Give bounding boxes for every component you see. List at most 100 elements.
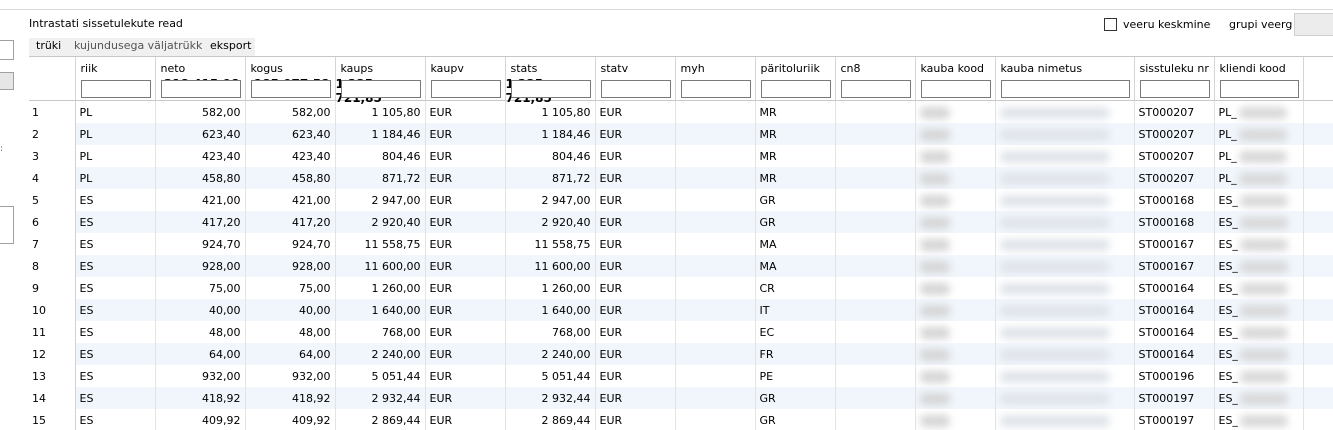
cell-paritoluriik[interactable]: IT bbox=[755, 299, 836, 321]
cell-kauba-nimetus[interactable] bbox=[995, 255, 1135, 277]
table-row[interactable]: 14 ES 418,92 418,92 2 932,44 EUR 2 932,44 EUR GR… bbox=[29, 387, 1333, 409]
cell-kliendi-kood[interactable]: ES_ bbox=[1214, 189, 1304, 211]
cell-kaupv[interactable]: EUR bbox=[425, 145, 506, 167]
cell-riik[interactable]: PL bbox=[75, 123, 156, 145]
cell-kaupv[interactable]: EUR bbox=[425, 123, 506, 145]
cell-myh[interactable] bbox=[675, 100, 756, 123]
cell-stats[interactable]: 5 051,44 bbox=[505, 365, 596, 387]
table-row[interactable]: 12 ES 64,00 64,00 2 240,00 EUR 2 240,00 EUR FR ST… bbox=[29, 343, 1333, 365]
cell-kaups[interactable]: 2 240,00 bbox=[335, 343, 426, 365]
cell-myh[interactable] bbox=[675, 365, 756, 387]
cell-sisstuleku-nr[interactable]: ST000207 bbox=[1134, 145, 1215, 167]
cell-kaups[interactable]: 11 558,75 bbox=[335, 233, 426, 255]
cell-kaups[interactable]: 2 920,40 bbox=[335, 211, 426, 233]
column-header-kaups[interactable]: kaups1 235 721,85 bbox=[335, 57, 426, 105]
cell-statv[interactable]: EUR bbox=[595, 387, 676, 409]
cell-kliendi-kood[interactable]: ES_ bbox=[1214, 409, 1304, 430]
column-header-kauba-nimetus[interactable]: kauba nimetus bbox=[995, 57, 1135, 101]
cell-kauba-nimetus[interactable] bbox=[995, 123, 1135, 145]
cell-riik[interactable]: ES bbox=[75, 321, 156, 343]
cell-cn8[interactable] bbox=[835, 387, 916, 409]
table-row[interactable]: 1 PL 582,00 582,00 1 105,80 EUR 1 105,80 EUR MR S… bbox=[29, 100, 1333, 123]
cell-riik[interactable]: PL bbox=[75, 167, 156, 189]
cell-neto[interactable]: 418,92 bbox=[155, 387, 246, 409]
filter-input-stats[interactable] bbox=[510, 80, 591, 98]
cell-neto[interactable]: 64,00 bbox=[155, 343, 246, 365]
filter-input-kaups[interactable] bbox=[340, 80, 421, 98]
cell-kaupv[interactable]: EUR bbox=[425, 299, 506, 321]
cell-cn8[interactable] bbox=[835, 277, 916, 299]
cell-statv[interactable]: EUR bbox=[595, 409, 676, 430]
cell-stats[interactable]: 1 184,46 bbox=[505, 123, 596, 145]
cell-kliendi-kood[interactable]: ES_ bbox=[1214, 211, 1304, 233]
cell-statv[interactable]: EUR bbox=[595, 100, 676, 123]
cell-kauba-nimetus[interactable] bbox=[995, 167, 1135, 189]
cell-cn8[interactable] bbox=[835, 167, 916, 189]
row-number[interactable]: 14 bbox=[29, 387, 76, 409]
cell-paritoluriik[interactable]: MR bbox=[755, 123, 836, 145]
cell-cn8[interactable] bbox=[835, 189, 916, 211]
cell-kliendi-kood[interactable]: PL_ bbox=[1214, 167, 1304, 189]
row-number[interactable]: 6 bbox=[29, 211, 76, 233]
filter-input-neto[interactable] bbox=[160, 80, 241, 98]
column-header-sisstuleku-nr[interactable]: sisstuleku nr bbox=[1134, 57, 1215, 101]
cell-neto[interactable]: 932,00 bbox=[155, 365, 246, 387]
cell-kliendi-kood[interactable]: ES_ bbox=[1214, 365, 1304, 387]
cell-sisstuleku-nr[interactable]: ST000207 bbox=[1134, 100, 1215, 123]
cell-kauba-nimetus[interactable] bbox=[995, 321, 1135, 343]
cell-myh[interactable] bbox=[675, 145, 756, 167]
filter-input-kaupv[interactable] bbox=[430, 80, 501, 98]
cell-stats[interactable]: 768,00 bbox=[505, 321, 596, 343]
cell-cn8[interactable] bbox=[835, 233, 916, 255]
cell-sisstuleku-nr[interactable]: ST000168 bbox=[1134, 211, 1215, 233]
cell-kogus[interactable]: 40,00 bbox=[245, 299, 336, 321]
cell-paritoluriik[interactable]: EC bbox=[755, 321, 836, 343]
cell-riik[interactable]: ES bbox=[75, 299, 156, 321]
cell-neto[interactable]: 75,00 bbox=[155, 277, 246, 299]
cell-kliendi-kood[interactable]: ES_ bbox=[1214, 343, 1304, 365]
cell-kaupv[interactable]: EUR bbox=[425, 409, 506, 430]
cell-kauba-kood[interactable] bbox=[915, 343, 996, 365]
cell-sisstuleku-nr[interactable]: ST000164 bbox=[1134, 277, 1215, 299]
cell-kliendi-kood[interactable]: PL_ bbox=[1214, 145, 1304, 167]
cell-sisstuleku-nr[interactable]: ST000164 bbox=[1134, 343, 1215, 365]
cell-cn8[interactable] bbox=[835, 343, 916, 365]
filter-input-cn8[interactable] bbox=[840, 80, 911, 98]
cell-neto[interactable]: 582,00 bbox=[155, 100, 246, 123]
column-header-kaupv[interactable]: kaupv bbox=[425, 57, 506, 101]
row-number[interactable]: 13 bbox=[29, 365, 76, 387]
cell-paritoluriik[interactable]: PE bbox=[755, 365, 836, 387]
cell-kliendi-kood[interactable]: ES_ bbox=[1214, 233, 1304, 255]
cell-kauba-nimetus[interactable] bbox=[995, 100, 1135, 123]
cell-paritoluriik[interactable]: MR bbox=[755, 100, 836, 123]
cell-statv[interactable]: EUR bbox=[595, 189, 676, 211]
cell-cn8[interactable] bbox=[835, 100, 916, 123]
cell-kauba-kood[interactable] bbox=[915, 145, 996, 167]
cell-sisstuleku-nr[interactable]: ST000168 bbox=[1134, 189, 1215, 211]
table-row[interactable]: 15 ES 409,92 409,92 2 869,44 EUR 2 869,44 EUR GR… bbox=[29, 409, 1333, 430]
cell-paritoluriik[interactable]: MR bbox=[755, 167, 836, 189]
cell-kogus[interactable]: 421,00 bbox=[245, 189, 336, 211]
cell-riik[interactable]: ES bbox=[75, 409, 156, 430]
cell-kauba-kood[interactable] bbox=[915, 299, 996, 321]
table-row[interactable]: 5 ES 421,00 421,00 2 947,00 EUR 2 947,00 EUR GR S… bbox=[29, 189, 1333, 211]
cell-kauba-kood[interactable] bbox=[915, 255, 996, 277]
cell-kauba-nimetus[interactable] bbox=[995, 387, 1135, 409]
cell-kogus[interactable]: 409,92 bbox=[245, 409, 336, 430]
cell-neto[interactable]: 421,00 bbox=[155, 189, 246, 211]
row-number[interactable]: 7 bbox=[29, 233, 76, 255]
cell-paritoluriik[interactable]: CR bbox=[755, 277, 836, 299]
column-header-myh[interactable]: myh bbox=[675, 57, 756, 101]
export-button[interactable]: eksport bbox=[210, 39, 251, 52]
cell-paritoluriik[interactable]: GR bbox=[755, 409, 836, 430]
cell-statv[interactable]: EUR bbox=[595, 167, 676, 189]
table-row[interactable]: 4 PL 458,80 458,80 871,72 EUR 871,72 EUR MR ST000… bbox=[29, 167, 1333, 189]
filter-input-myh[interactable] bbox=[680, 80, 751, 98]
cell-kaups[interactable]: 804,46 bbox=[335, 145, 426, 167]
cell-paritoluriik[interactable]: GR bbox=[755, 387, 836, 409]
cell-kaupv[interactable]: EUR bbox=[425, 167, 506, 189]
filter-input-kliendi-kood[interactable] bbox=[1219, 80, 1299, 98]
cell-kliendi-kood[interactable]: PL_ bbox=[1214, 100, 1304, 123]
cell-cn8[interactable] bbox=[835, 255, 916, 277]
cell-myh[interactable] bbox=[675, 387, 756, 409]
